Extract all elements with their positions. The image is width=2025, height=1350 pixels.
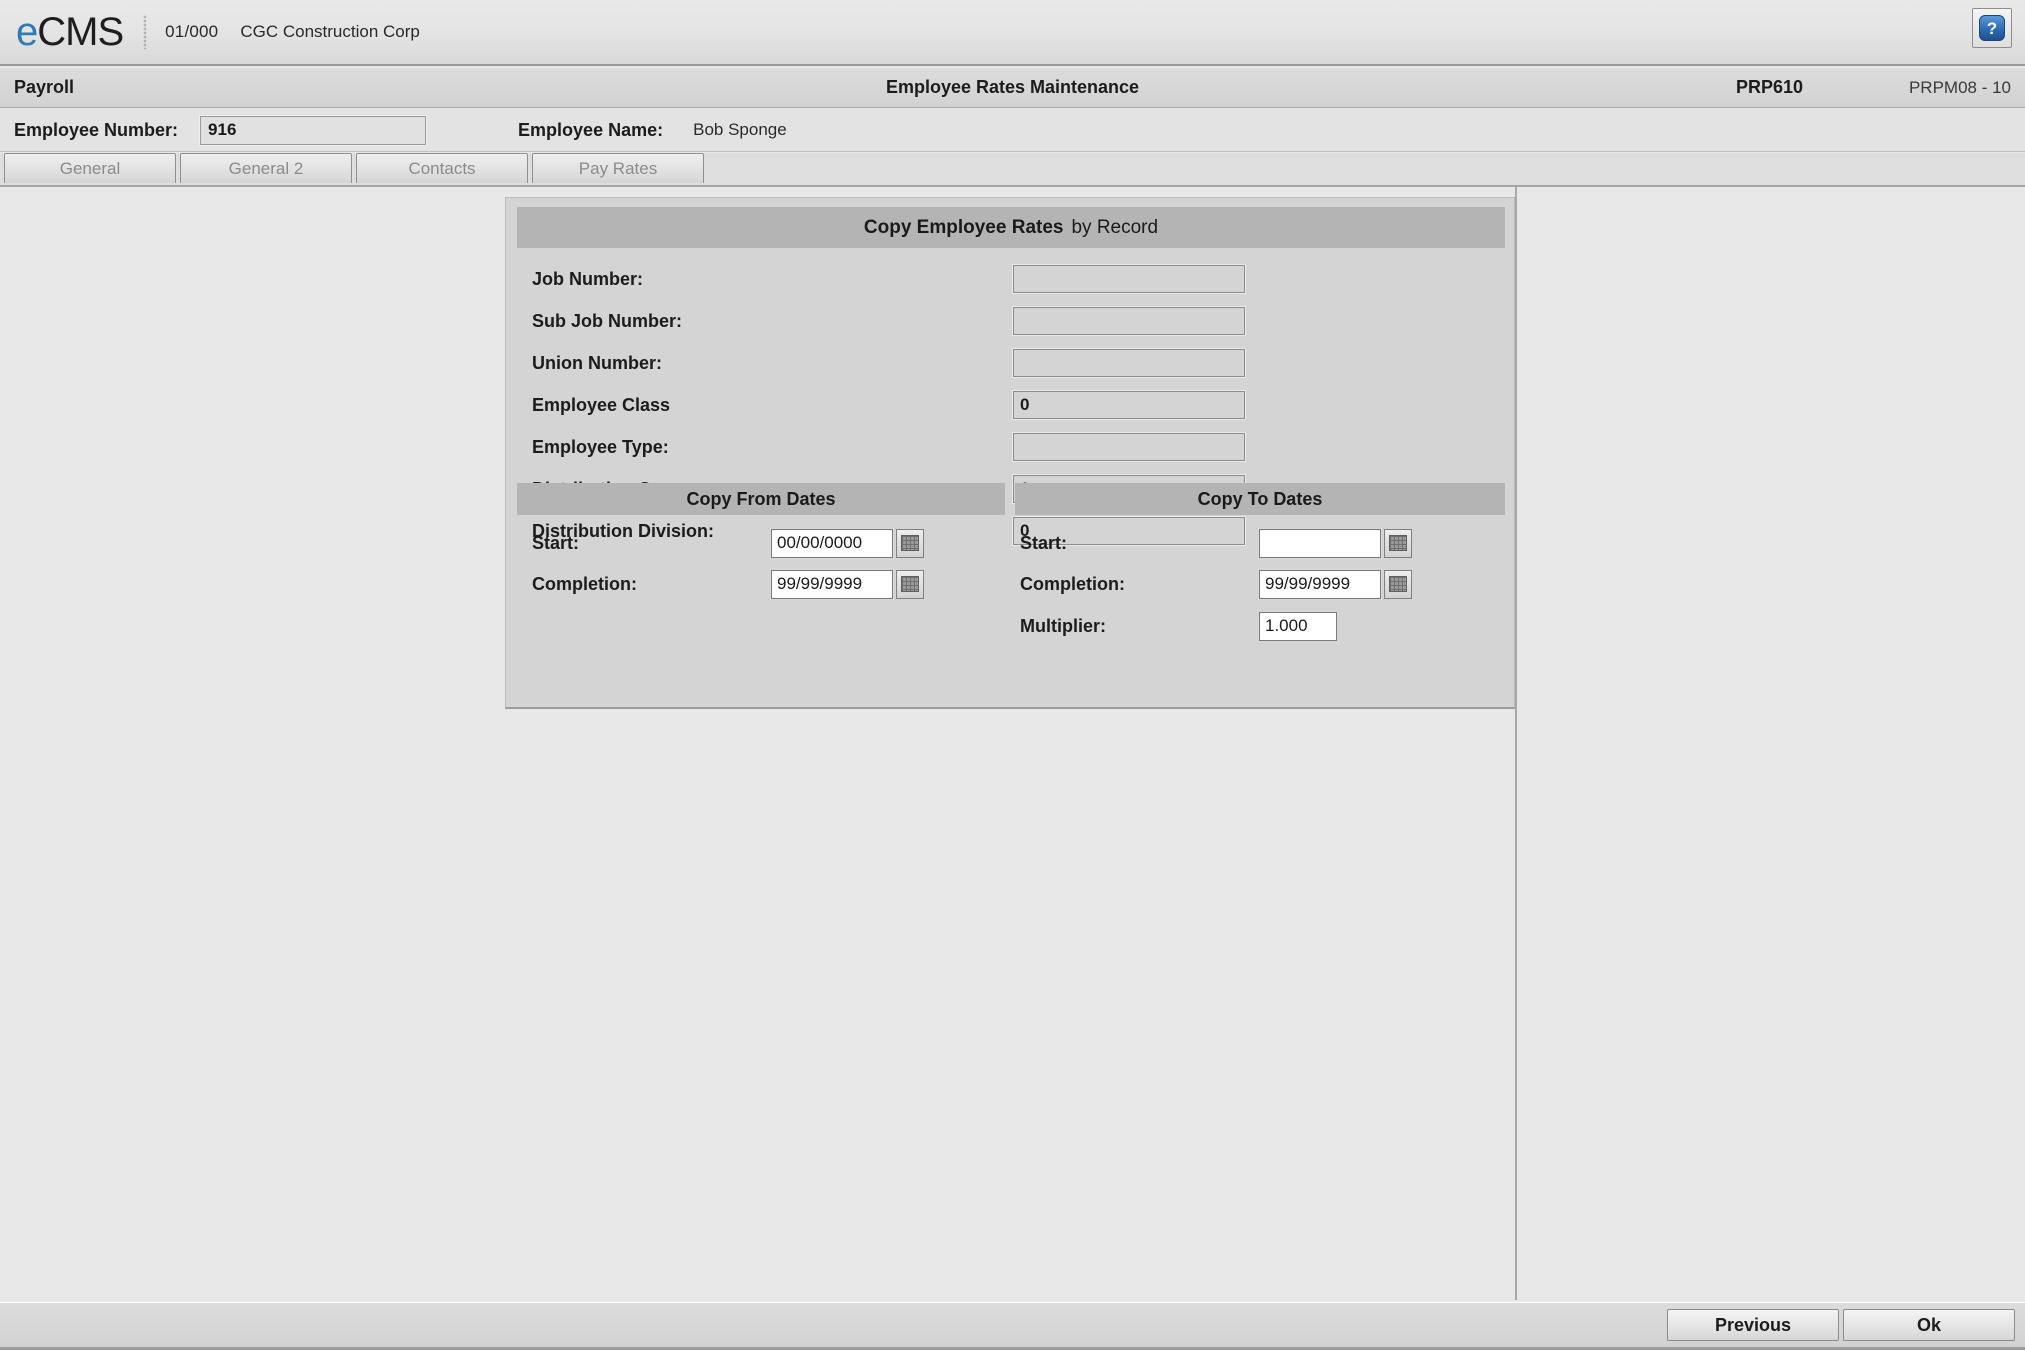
- ok-button[interactable]: Ok: [1843, 1309, 2015, 1341]
- copy-from-completion-field: [770, 568, 924, 600]
- copy-to-start-label: Start:: [1020, 532, 1068, 553]
- calendar-icon: [1389, 576, 1407, 592]
- multiplier-field: [1258, 610, 1338, 642]
- content-area: Copy Employee Rates by Record Job Number…: [0, 187, 2025, 1300]
- copy-employee-rates-panel: Copy Employee Rates by Record Job Number…: [505, 197, 1515, 709]
- job-number-input[interactable]: [1012, 264, 1246, 294]
- union-number-input[interactable]: [1012, 348, 1246, 378]
- program-id: PRP610: [1735, 77, 1803, 97]
- field-row: Employee Type:: [506, 426, 1514, 468]
- tab-pay-rates[interactable]: Pay Rates: [532, 153, 704, 183]
- employee-header: Employee Number: Employee Name: Bob Spon…: [0, 109, 2025, 152]
- page-title: Employee Rates Maintenance: [885, 77, 1140, 97]
- job-number-label: Job Number:: [532, 268, 644, 289]
- employee-type-input[interactable]: [1012, 432, 1246, 462]
- logo-suffix: CMS: [37, 10, 124, 54]
- company-name: CGC Construction Corp: [240, 22, 420, 41]
- content-left-pane: Copy Employee Rates by Record Job Number…: [0, 187, 1517, 1300]
- copy-from-start-input[interactable]: [770, 527, 894, 559]
- sub-job-number-input[interactable]: [1012, 306, 1246, 336]
- copy-to-completion-label: Completion:: [1020, 573, 1125, 594]
- tab-general-2[interactable]: General 2: [180, 153, 352, 183]
- tab-general[interactable]: General: [4, 153, 176, 183]
- field-row: Employee Class: [506, 384, 1514, 426]
- calendar-icon: [901, 535, 919, 551]
- field-row: Sub Job Number:: [506, 300, 1514, 342]
- question-mark-icon: ?: [1979, 15, 2005, 41]
- panel-title: Copy Employee Rates by Record: [517, 207, 1505, 248]
- field-row: Union Number:: [506, 342, 1514, 384]
- copy-to-dates-header: Copy To Dates: [1015, 483, 1505, 515]
- logo-prefix: e: [16, 10, 38, 54]
- application-window: eCMS 01/000 CGC Construction Corp ? Payr…: [0, 0, 2025, 1350]
- copy-from-start-row: Start:: [517, 523, 1005, 563]
- module-bar: Payroll Employee Rates Maintenance PRP61…: [0, 68, 2025, 108]
- multiplier-row: Multiplier:: [1005, 606, 1494, 646]
- employee-number-input[interactable]: [199, 114, 428, 146]
- tab-contacts[interactable]: Contacts: [356, 153, 528, 183]
- copy-from-dates-header: Copy From Dates: [517, 483, 1005, 515]
- ecms-logo: eCMS: [16, 10, 124, 54]
- copy-from-completion-row: Completion:: [517, 564, 1005, 604]
- copy-to-start-input[interactable]: [1258, 527, 1382, 559]
- help-button[interactable]: ?: [1972, 8, 2012, 48]
- tab-bar: General General 2 Contacts Pay Rates: [0, 153, 2025, 187]
- field-row: Job Number:: [506, 258, 1514, 300]
- calendar-icon: [901, 576, 919, 592]
- program-sub-id: PRPM08 - 10: [1908, 77, 2011, 97]
- copy-from-completion-label: Completion:: [532, 573, 637, 594]
- copy-from-completion-input[interactable]: [770, 568, 894, 600]
- copy-from-start-label: Start:: [532, 532, 580, 553]
- copy-from-start-field: [770, 527, 924, 559]
- footer-bar: Previous Ok: [0, 1302, 2025, 1350]
- copy-to-completion-field: [1258, 568, 1412, 600]
- copy-to-completion-row: Completion:: [1005, 564, 1494, 604]
- copy-to-completion-input[interactable]: [1258, 568, 1382, 600]
- employee-type-label: Employee Type:: [532, 436, 669, 457]
- copy-from-start-calendar-button[interactable]: [896, 528, 924, 558]
- copy-to-start-row: Start:: [1005, 523, 1494, 563]
- copy-to-start-field: [1258, 527, 1412, 559]
- multiplier-input[interactable]: [1258, 610, 1338, 642]
- employee-class-input[interactable]: [1012, 390, 1246, 420]
- company-code: 01/000: [165, 22, 219, 41]
- copy-from-completion-calendar-button[interactable]: [896, 569, 924, 599]
- brand-bar: eCMS 01/000 CGC Construction Corp ?: [0, 0, 2025, 66]
- employee-number-label: Employee Number:: [14, 119, 179, 140]
- employee-class-label: Employee Class: [532, 394, 671, 415]
- employee-name-label: Employee Name:: [518, 119, 664, 140]
- multiplier-label: Multiplier:: [1020, 615, 1106, 636]
- previous-button[interactable]: Previous: [1667, 1309, 1839, 1341]
- sub-job-number-label: Sub Job Number:: [532, 310, 683, 331]
- dotted-separator-icon: [143, 15, 148, 49]
- copy-to-completion-calendar-button[interactable]: [1384, 569, 1412, 599]
- calendar-icon: [1389, 535, 1407, 551]
- union-number-label: Union Number:: [532, 352, 662, 373]
- dates-header-row: Copy From Dates Copy To Dates: [517, 483, 1505, 515]
- copy-to-start-calendar-button[interactable]: [1384, 528, 1412, 558]
- panel-title-weak: by Record: [1071, 216, 1159, 238]
- employee-name-value: Bob Sponge: [693, 120, 787, 139]
- panel-title-strong: Copy Employee Rates: [863, 216, 1064, 238]
